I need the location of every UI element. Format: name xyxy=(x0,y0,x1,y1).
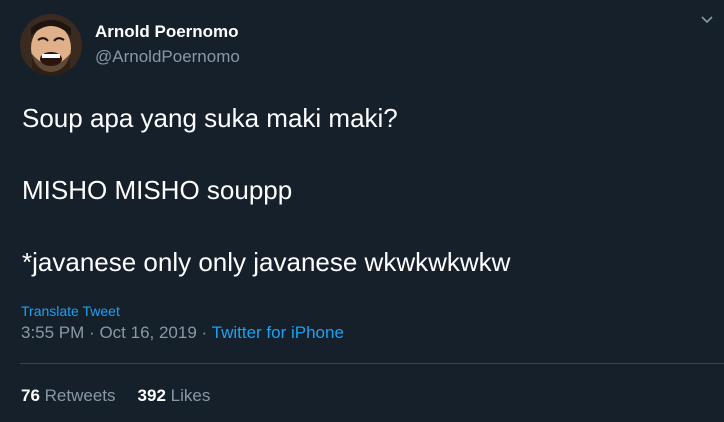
meta-separator: · xyxy=(201,323,208,342)
tweet-stats: 76 Retweets 392 Likes xyxy=(21,386,210,406)
tweet-time[interactable]: 3:55 PM xyxy=(21,323,84,342)
tweet-date[interactable]: Oct 16, 2019 xyxy=(99,323,196,342)
tweet-line: *javanese only only javanese wkwkwkwkw xyxy=(22,247,511,277)
likes-label: Likes xyxy=(170,386,211,405)
avatar-photo xyxy=(20,14,82,76)
tweet-source-link[interactable]: Twitter for iPhone xyxy=(212,323,344,342)
meta-separator: · xyxy=(89,323,95,342)
author-handle[interactable]: @ArnoldPoernomo xyxy=(95,47,240,67)
tweet-card: Arnold Poernomo @ArnoldPoernomo Soup apa… xyxy=(0,0,724,422)
author-name[interactable]: Arnold Poernomo xyxy=(95,22,239,42)
translate-tweet-link[interactable]: Translate Tweet xyxy=(21,303,120,319)
tweet-line: Soup apa yang suka maki maki? xyxy=(22,103,398,133)
retweets-label: Retweets xyxy=(44,386,116,405)
retweets-stat[interactable]: 76 Retweets xyxy=(21,386,116,405)
divider xyxy=(20,363,724,364)
likes-stat[interactable]: 392 Likes xyxy=(138,386,211,405)
retweets-count: 76 xyxy=(21,386,40,405)
tweet-meta: 3:55 PM · Oct 16, 2019 · Twitter for iPh… xyxy=(21,323,344,343)
tweet-line: MISHO MISHO souppp xyxy=(22,175,293,205)
avatar[interactable] xyxy=(20,14,82,76)
tweet-text: Soup apa yang suka maki maki? MISHO MISH… xyxy=(22,98,702,282)
chevron-down-icon[interactable] xyxy=(700,12,714,26)
likes-count: 392 xyxy=(137,386,166,405)
